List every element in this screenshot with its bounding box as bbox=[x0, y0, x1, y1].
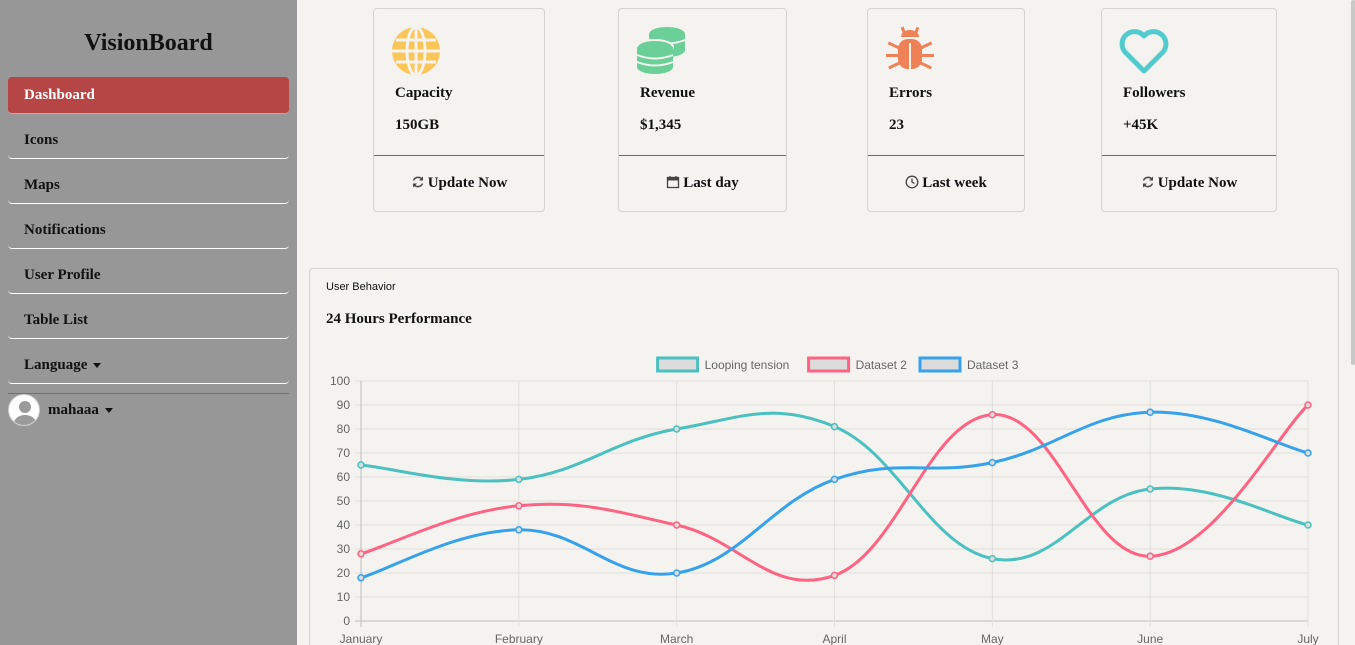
data-point bbox=[672, 569, 681, 577]
data-point bbox=[988, 554, 997, 563]
avatar bbox=[8, 394, 40, 426]
legend-label: Dataset 2 bbox=[856, 358, 908, 372]
data-point bbox=[1146, 552, 1154, 560]
data-point bbox=[1304, 449, 1312, 457]
data-point bbox=[357, 574, 365, 582]
sidebar-item-maps[interactable]: Maps bbox=[8, 167, 289, 204]
card-title: Revenue bbox=[640, 85, 695, 101]
user-name: mahaaa bbox=[48, 401, 99, 418]
x-tick-label: January bbox=[340, 632, 383, 645]
card-footer-label: Last week bbox=[922, 175, 987, 191]
refresh-icon bbox=[1142, 176, 1153, 188]
clock-icon bbox=[905, 175, 919, 189]
y-tick-label: 20 bbox=[337, 566, 351, 580]
data-point bbox=[515, 475, 523, 484]
chart-card: User Behavior 24 Hours Performance 0 10 20… bbox=[309, 268, 1339, 645]
legend-label: Dataset 3 bbox=[967, 358, 1019, 372]
legend-swatch bbox=[807, 356, 851, 373]
globe-icon bbox=[392, 25, 440, 77]
sidebar-item-dashboard[interactable]: Dashboard bbox=[8, 77, 289, 114]
x-tick-label: May bbox=[981, 632, 1004, 645]
data-point bbox=[1146, 408, 1154, 416]
stat-card-capacity: Capacity 150GB Update Now bbox=[373, 8, 545, 212]
brand-logo[interactable]: VisionBoard bbox=[0, 30, 297, 57]
legend-swatch bbox=[656, 356, 700, 373]
data-point bbox=[1304, 521, 1312, 529]
y-tick-label: 30 bbox=[337, 542, 351, 556]
card-title: Capacity bbox=[395, 85, 453, 101]
card-footer-label: Last day bbox=[683, 175, 739, 191]
y-tick-label: 80 bbox=[337, 422, 351, 436]
y-tick-label: 0 bbox=[343, 614, 350, 628]
sidebar-item-icons[interactable]: Icons bbox=[8, 122, 289, 159]
data-point bbox=[1146, 485, 1154, 493]
stat-card-followers: Followers +45K Update Now bbox=[1101, 8, 1277, 212]
sidebar-item-user-profile[interactable]: User Profile bbox=[8, 257, 289, 294]
data-point bbox=[357, 461, 365, 469]
data-point bbox=[988, 458, 997, 467]
y-tick-label: 60 bbox=[337, 470, 351, 484]
x-tick-label: June bbox=[1137, 632, 1163, 645]
card-title: Errors bbox=[889, 85, 933, 101]
x-tick-label: February bbox=[495, 632, 543, 645]
card-footer-label: Update Now bbox=[427, 175, 508, 191]
card-value: 23 bbox=[889, 117, 904, 133]
data-point bbox=[830, 475, 839, 484]
y-tick-label: 90 bbox=[337, 398, 351, 412]
user-menu[interactable]: mahaaa bbox=[8, 394, 113, 426]
line-chart: 0 10 20 30 40 50 60 70 80 90 100 January February Mar… bbox=[330, 356, 1319, 645]
sidebar-item-notifications[interactable]: Notifications bbox=[8, 212, 289, 249]
bug-icon bbox=[886, 26, 934, 70]
money-coins-icon bbox=[636, 27, 686, 74]
card-footer-label: Update Now bbox=[1157, 175, 1238, 191]
y-tick-label: 10 bbox=[337, 590, 351, 604]
stat-card-revenue: Revenue $1,345 Last day bbox=[618, 8, 787, 212]
data-point bbox=[1304, 401, 1312, 409]
card-value: $1,345 bbox=[640, 117, 682, 133]
card-value: +45K bbox=[1123, 117, 1159, 133]
card-divider bbox=[1102, 155, 1276, 156]
caret-down-icon bbox=[104, 407, 113, 413]
card-divider bbox=[619, 155, 786, 156]
x-tick-label: March bbox=[660, 632, 693, 645]
sidebar-item-language-label: Language bbox=[24, 357, 88, 373]
legend-label: Looping tension bbox=[705, 358, 790, 372]
y-tick-label: 40 bbox=[337, 518, 351, 532]
data-point bbox=[672, 425, 681, 433]
sidebar: VisionBoard Dashboard Icons Maps Notific… bbox=[0, 0, 297, 645]
card-value: 150GB bbox=[395, 117, 440, 133]
last-week-button[interactable]: Last week bbox=[868, 175, 1024, 192]
card-divider bbox=[868, 155, 1024, 156]
data-point bbox=[830, 571, 839, 580]
data-point bbox=[988, 410, 997, 419]
x-tick-label: April bbox=[822, 632, 846, 645]
heart-icon bbox=[1119, 29, 1169, 74]
sidebar-item-table-list[interactable]: Table List bbox=[8, 302, 289, 339]
data-point bbox=[672, 521, 681, 529]
y-tick-label: 50 bbox=[337, 494, 351, 508]
refresh-icon bbox=[412, 176, 423, 188]
update-now-button[interactable]: Update Now bbox=[1102, 175, 1276, 192]
data-point bbox=[357, 550, 365, 558]
stat-card-errors: Errors 23 Last week bbox=[867, 8, 1025, 212]
calendar-icon bbox=[667, 176, 680, 189]
update-now-button[interactable]: Update Now bbox=[374, 175, 544, 192]
last-day-button[interactable]: Last day bbox=[619, 175, 786, 192]
data-point bbox=[515, 526, 523, 534]
y-tick-label: 70 bbox=[337, 446, 351, 460]
sidebar-item-language[interactable]: Language bbox=[8, 347, 289, 384]
x-tick-label: July bbox=[1297, 632, 1318, 645]
card-divider bbox=[374, 155, 544, 156]
data-point bbox=[830, 422, 839, 431]
card-title: Followers bbox=[1123, 85, 1186, 101]
scrollbar[interactable] bbox=[1351, 0, 1355, 365]
data-point bbox=[515, 502, 523, 510]
y-tick-label: 100 bbox=[330, 374, 350, 388]
caret-down-icon bbox=[93, 363, 102, 369]
legend-swatch bbox=[918, 356, 962, 373]
